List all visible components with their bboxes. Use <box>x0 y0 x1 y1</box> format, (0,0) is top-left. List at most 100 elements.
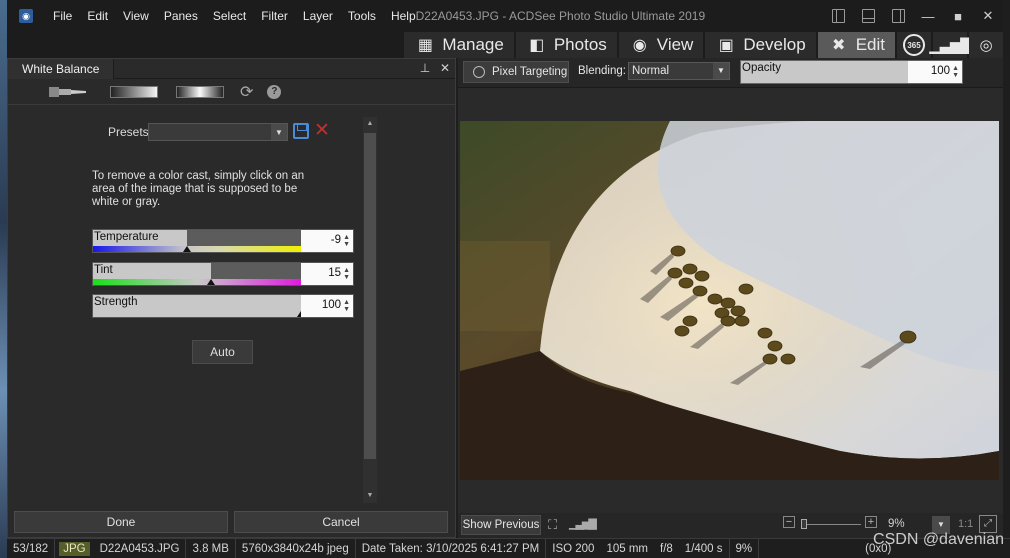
bar-chart-icon: ▁▃▅▇ <box>929 37 972 54</box>
status-date: Date Taken: 3/10/2025 6:41:27 PM <box>356 538 547 558</box>
status-zoom: 9% <box>730 538 760 558</box>
zoom-percent: 9% <box>888 518 905 530</box>
mode-tab-manage[interactable]: ▦ Manage <box>404 32 514 58</box>
temperature-slider[interactable]: Temperature -9 ▲ ▼ <box>92 229 354 253</box>
menu-layer[interactable]: Layer <box>295 0 340 32</box>
right-panel-toggle-icon[interactable] <box>883 0 913 32</box>
opacity-label: Opacity <box>742 62 781 74</box>
eyedropper-icon[interactable] <box>48 85 88 99</box>
instruction-text: To remove a color cast, simply click on … <box>92 170 305 208</box>
presets-dropdown[interactable]: ▼ <box>148 123 288 141</box>
mode-label: Develop <box>743 35 806 54</box>
histogram-icon[interactable]: ▁▃▅▇ <box>569 517 597 530</box>
strength-slider[interactable]: Strength 100 ▲ ▼ <box>92 294 354 318</box>
window-title: D22A0453.JPG - ACDSee Photo Studio Ultim… <box>415 9 706 23</box>
scroll-up-icon[interactable]: ▲ <box>363 117 377 131</box>
tint-gradient <box>93 279 302 285</box>
opacity-slider[interactable]: Opacity 100 ▲ ▼ <box>740 60 963 84</box>
show-previous-button[interactable]: Show Previous <box>461 515 541 535</box>
mode-label: Edit <box>855 35 885 54</box>
zoom-in-icon[interactable]: + <box>865 516 877 528</box>
mode-label: Manage <box>442 35 504 54</box>
panel-header: White Balance ⊥ ✕ <box>8 58 455 79</box>
zoom-slider[interactable]: − + <box>783 516 881 530</box>
temperature-gradient <box>93 246 302 252</box>
pixel-targeting-button[interactable]: Pixel Targeting <box>463 61 569 83</box>
blending-dropdown[interactable]: Normal ▼ <box>628 62 730 80</box>
close-button[interactable]: ✕ <box>973 0 1003 32</box>
maximize-button[interactable]: ■ <box>943 0 973 32</box>
spinner-icon[interactable]: ▲ ▼ <box>952 65 959 79</box>
slider-label: Strength <box>94 296 138 308</box>
minimize-button[interactable]: — <box>913 0 943 32</box>
actual-size-button[interactable]: 1:1 <box>958 518 973 530</box>
menu-edit[interactable]: Edit <box>79 0 115 32</box>
luminous-button[interactable]: ◎ <box>969 32 1003 58</box>
slider-label: Tint <box>94 264 113 276</box>
save-preset-icon[interactable] <box>293 123 309 139</box>
mode-tab-develop[interactable]: ▣ Develop <box>705 32 816 58</box>
panel-close-icon[interactable]: ✕ <box>438 61 452 77</box>
eye-outline-icon: ◎ <box>979 37 993 54</box>
tint-slider[interactable]: Tint 15 ▲ ▼ <box>92 262 354 286</box>
menu-file[interactable]: File <box>45 0 79 32</box>
mode-365[interactable]: 365 <box>897 32 931 58</box>
status-aperture: f/8 <box>660 542 673 555</box>
status-index: 53/182 <box>7 538 56 558</box>
scroll-down-icon[interactable]: ▼ <box>363 489 377 503</box>
file-type-badge: JPG <box>59 541 90 556</box>
panel-toolbar: ⟳ ? <box>8 79 455 105</box>
menu-view[interactable]: View <box>115 0 156 32</box>
grid-icon: ▦ <box>417 37 433 54</box>
menu-help[interactable]: Help <box>383 0 416 32</box>
zoom-track <box>803 524 861 525</box>
image-canvas[interactable] <box>458 88 1003 513</box>
blending-label: Blending: <box>578 65 626 77</box>
help-icon[interactable]: ? <box>267 84 282 99</box>
photo-preview[interactable] <box>460 121 999 480</box>
status-filename: D22A0453.JPG <box>94 538 187 558</box>
pin-icon[interactable]: ⊥ <box>418 61 432 77</box>
midtones-gradient-icon[interactable] <box>176 85 224 98</box>
delete-preset-icon[interactable]: ✕ <box>314 121 330 140</box>
panel-title[interactable]: White Balance <box>8 58 115 79</box>
spinner-icon[interactable]: ▲ ▼ <box>343 234 350 248</box>
zoom-out-icon[interactable]: − <box>783 516 795 528</box>
target-icon <box>473 66 485 78</box>
menu-panes[interactable]: Panes <box>156 0 205 32</box>
mode-tab-edit[interactable]: ✖ Edit <box>817 32 895 58</box>
slider-thumb[interactable] <box>207 279 215 285</box>
spinner-icon[interactable]: ▲ ▼ <box>343 299 350 313</box>
chevron-down-icon: ▼ <box>713 63 729 79</box>
panel-scrollbar[interactable]: ▲ ▼ <box>363 117 377 503</box>
highlights-gradient-icon[interactable] <box>110 85 158 98</box>
slider-label: Temperature <box>94 231 159 243</box>
refresh-icon[interactable]: ⟳ <box>240 82 253 102</box>
mode-tab-photos[interactable]: ◧ Photos <box>515 32 617 58</box>
develop-icon: ▣ <box>718 37 734 54</box>
mode-tab-view[interactable]: ◉ View <box>618 32 704 58</box>
menu-filter[interactable]: Filter <box>253 0 295 32</box>
bottom-panel-toggle-icon[interactable] <box>853 0 883 32</box>
cancel-button[interactable]: Cancel <box>234 511 448 533</box>
mode-label: Photos <box>553 35 607 54</box>
slider-thumb[interactable] <box>183 246 191 252</box>
status-shutter: 1/400 s <box>679 538 730 558</box>
done-button[interactable]: Done <box>14 511 228 533</box>
pixel-targeting-label: Pixel Targeting <box>492 66 568 78</box>
mode-label: View <box>656 35 694 54</box>
zoom-thumb[interactable] <box>801 519 807 529</box>
desktop-edge <box>0 0 7 558</box>
image-toolbar: Pixel Targeting Blending: Normal ▼ Opaci… <box>458 58 1003 88</box>
dashboard-button[interactable]: ▁▃▅▇ <box>929 32 973 58</box>
spinner-icon[interactable]: ▲ ▼ <box>343 267 350 281</box>
fullscreen-icon[interactable]: ⛶ <box>548 517 557 533</box>
blending-value: Normal <box>632 65 670 77</box>
menu-select[interactable]: Select <box>205 0 253 32</box>
left-panel-toggle-icon[interactable] <box>823 0 853 32</box>
scroll-thumb[interactable] <box>364 133 376 459</box>
menu-tools[interactable]: Tools <box>340 0 383 32</box>
status-size: 3.8 MB <box>186 538 236 558</box>
auto-button[interactable]: Auto <box>192 340 253 364</box>
app-icon[interactable]: ◉ <box>19 9 33 23</box>
